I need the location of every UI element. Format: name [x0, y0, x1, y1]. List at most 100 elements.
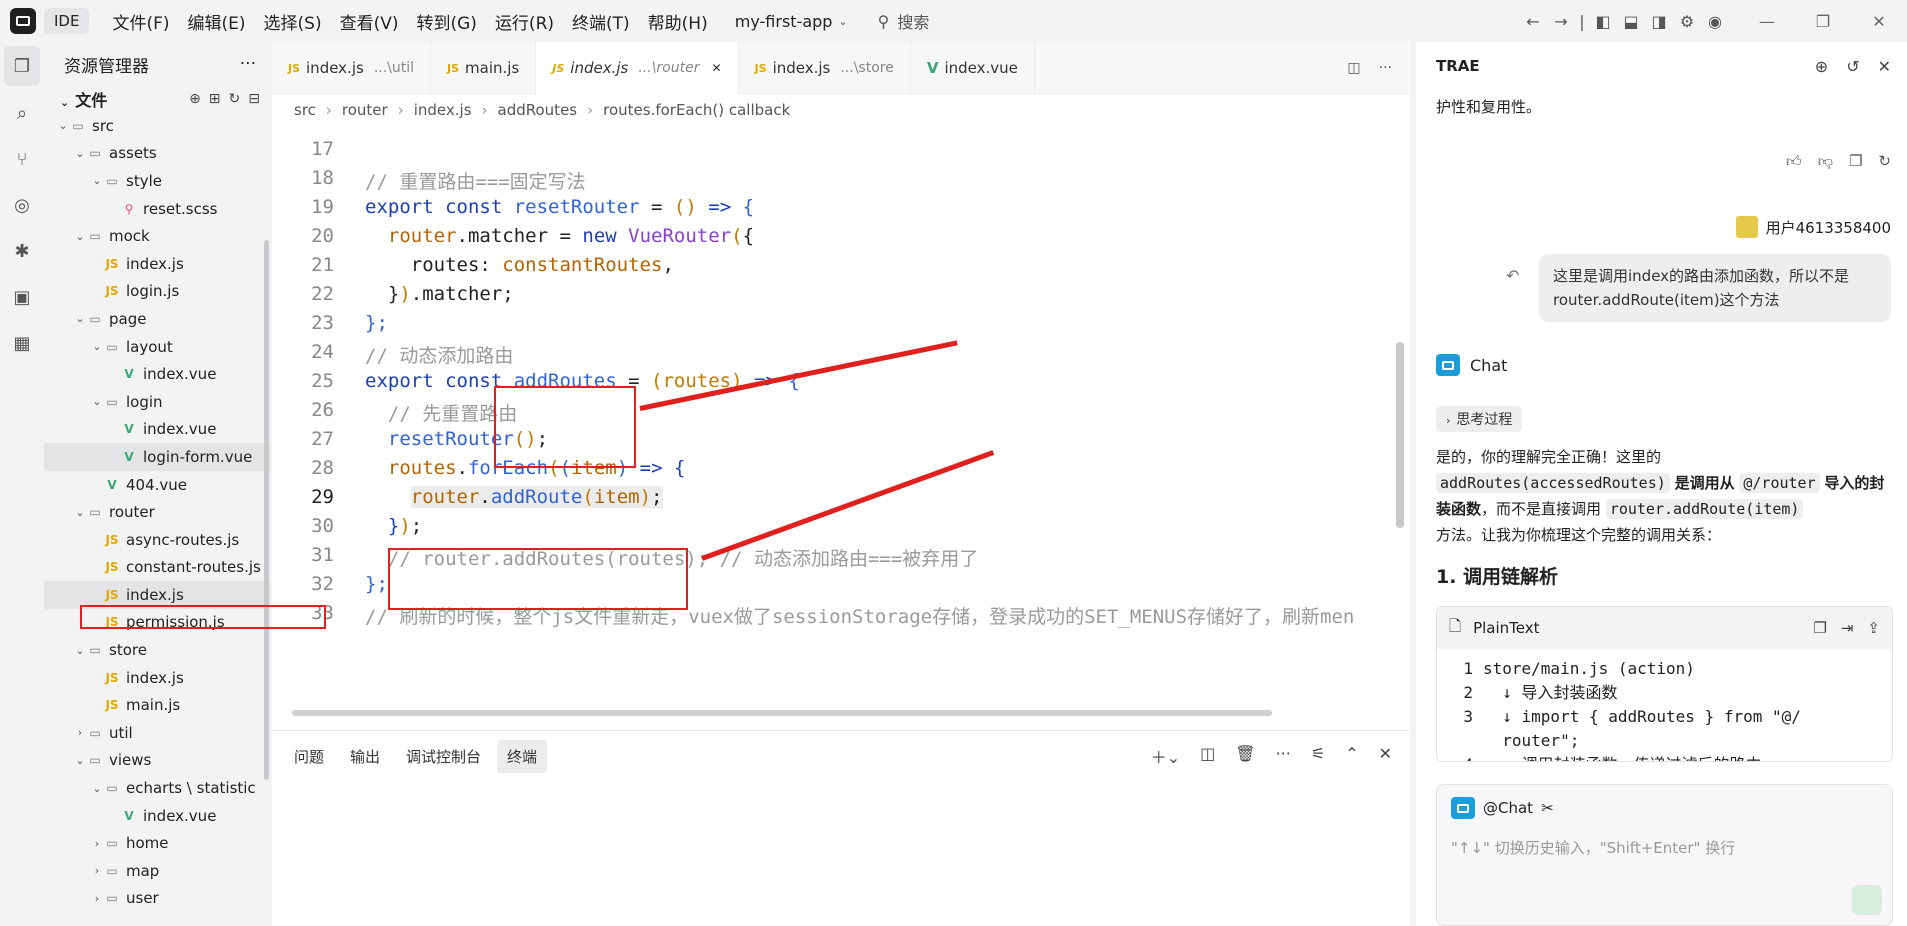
- settings-gear-icon[interactable]: ⚙: [1673, 12, 1701, 31]
- send-button[interactable]: [1852, 885, 1882, 915]
- tree-item[interactable]: Vlogin-form.vue: [44, 443, 270, 471]
- tree-item[interactable]: JS index.js: [44, 664, 270, 692]
- source-control-icon[interactable]: ⑂: [0, 136, 44, 182]
- tree-item[interactable]: ⌄ ▭ router: [44, 498, 270, 526]
- toggle-sidebar-icon[interactable]: ◧: [1589, 12, 1617, 31]
- tree-item[interactable]: ⌄ ▭ views: [44, 747, 270, 775]
- breadcrumb-item[interactable]: router: [342, 101, 388, 119]
- panel-settings-icon[interactable]: ⚟: [1311, 744, 1325, 768]
- more-actions-icon[interactable]: ···: [1379, 60, 1392, 76]
- tree-item[interactable]: JS main.js: [44, 691, 270, 719]
- tree-item[interactable]: ⌄ ▭ login: [44, 388, 270, 416]
- new-chat-icon[interactable]: ⊕: [1815, 57, 1828, 76]
- new-file-icon[interactable]: ⊕: [189, 91, 201, 107]
- tree-item[interactable]: V 404.vue: [44, 471, 270, 499]
- breadcrumb-item[interactable]: src: [294, 101, 316, 119]
- trash-icon[interactable]: 🗑: [1235, 744, 1255, 768]
- tree-item[interactable]: ⌄ ▭ style: [44, 167, 270, 195]
- more-actions-icon[interactable]: ···: [1276, 744, 1291, 768]
- undo-icon[interactable]: ↶: [1506, 266, 1519, 285]
- split-terminal-icon[interactable]: ◫: [1200, 744, 1215, 768]
- tree-item[interactable]: JS index.js: [44, 250, 270, 278]
- extensions-grid-icon[interactable]: ▦: [0, 320, 44, 366]
- tree-item[interactable]: › ▭ map: [44, 857, 270, 885]
- search-view-icon[interactable]: ⌕: [0, 90, 44, 136]
- tree-item[interactable]: ⌄ ▭ page: [44, 305, 270, 333]
- history-icon[interactable]: ↺: [1846, 57, 1859, 76]
- tree-item[interactable]: › ▭ home: [44, 829, 270, 857]
- tree-item[interactable]: ⌄ ▭ src: [44, 112, 270, 140]
- close-panel-icon[interactable]: ✕: [1379, 744, 1392, 768]
- tree-item[interactable]: Vindex.vue: [44, 802, 270, 830]
- editor-h-scrollbar[interactable]: [292, 710, 1272, 716]
- apply-icon[interactable]: ⇪: [1867, 619, 1880, 637]
- app-logo-icon[interactable]: [10, 8, 36, 34]
- forward-arrow-icon[interactable]: →: [1547, 12, 1575, 31]
- panel-tab[interactable]: 调试控制台: [396, 740, 491, 773]
- restore-icon[interactable]: ❐: [1795, 12, 1851, 31]
- insert-icon[interactable]: ⇥: [1841, 619, 1854, 637]
- breadcrumb-item[interactable]: addRoutes: [498, 101, 578, 119]
- breadcrumb-item[interactable]: routes.forEach() callback: [603, 101, 790, 119]
- code-view[interactable]: 17 18 19 20 21 22 23 24 25 26 27 28 29 30 31 32 33 // 重置…: [272, 130, 1402, 730]
- close-chat-icon[interactable]: ✕: [1878, 57, 1891, 76]
- tree-item[interactable]: › ▭ util: [44, 719, 270, 747]
- menu-terminal[interactable]: 终端(T): [563, 9, 639, 34]
- split-editor-icon[interactable]: ◫: [1347, 60, 1360, 76]
- tree-item[interactable]: JS login.js: [44, 278, 270, 306]
- copy-icon[interactable]: ❐: [1849, 152, 1862, 171]
- tree-item[interactable]: ⚲ reset.scss: [44, 195, 270, 223]
- more-actions-icon[interactable]: ···: [240, 54, 256, 74]
- thinking-toggle[interactable]: › 思考过程: [1436, 406, 1523, 432]
- menu-selection[interactable]: 选择(S): [255, 9, 331, 34]
- maximize-panel-icon[interactable]: ⌃: [1345, 744, 1358, 768]
- editor-scrollbar[interactable]: [1396, 342, 1404, 528]
- close-tab-icon[interactable]: ✕: [711, 61, 721, 75]
- tools-icon[interactable]: ✂: [1541, 799, 1554, 817]
- regenerate-icon[interactable]: ↻: [1878, 152, 1891, 171]
- sidebar-scrollbar[interactable]: [264, 240, 269, 780]
- tree-item[interactable]: ⌄ ▭ layout: [44, 333, 270, 361]
- editor-tab[interactable]: JS index.js ...\store: [739, 42, 911, 94]
- panel-tab[interactable]: 问题: [284, 740, 334, 773]
- new-folder-icon[interactable]: ⊞: [209, 91, 221, 107]
- thumbs-up-icon[interactable]: 👍︎: [1786, 152, 1802, 171]
- new-terminal-icon[interactable]: ＋⌄: [1151, 744, 1180, 768]
- command-search[interactable]: ⚲ 搜索: [878, 9, 930, 33]
- tree-item[interactable]: JS constant-routes.js: [44, 554, 270, 582]
- menu-go[interactable]: 转到(G): [407, 9, 485, 34]
- editor-tab[interactable]: Vindex.vue: [911, 42, 1035, 94]
- tree-item[interactable]: ⌄ ▭ store: [44, 636, 270, 664]
- files-section-header[interactable]: ⌄ 文件 ⊕ ⊞ ↻ ⊟: [44, 86, 270, 112]
- back-arrow-icon[interactable]: ←: [1519, 12, 1547, 31]
- chat-input[interactable]: @Chat ✂ "↑↓" 切换历史输入，"Shift+Enter" 换行: [1436, 784, 1893, 926]
- menu-view[interactable]: 查看(V): [331, 9, 408, 34]
- menu-run[interactable]: 运行(R): [486, 9, 563, 34]
- remote-monitor-icon[interactable]: ▣: [0, 274, 44, 320]
- project-switcher[interactable]: my-first-app ⌄: [735, 12, 848, 31]
- editor-tab[interactable]: JS index.js ...\util: [272, 42, 432, 94]
- toggle-aux-sidebar-icon[interactable]: ◨: [1645, 12, 1673, 31]
- tree-item[interactable]: ⌄ ▭ assets: [44, 140, 270, 168]
- menu-help[interactable]: 帮助(H): [639, 9, 717, 34]
- panel-tab[interactable]: 输出: [340, 740, 390, 773]
- tree-item[interactable]: ⌄ ▭ echarts \ statistic: [44, 774, 270, 802]
- tree-item[interactable]: › ▭ user: [44, 885, 270, 913]
- tree-item[interactable]: JS async-routes.js: [44, 526, 270, 554]
- ide-badge[interactable]: IDE: [44, 8, 90, 34]
- collapse-all-icon[interactable]: ⊟: [248, 91, 260, 107]
- menu-file[interactable]: 文件(F): [103, 9, 178, 34]
- thumbs-down-icon[interactable]: 👎︎: [1818, 152, 1833, 171]
- menu-edit[interactable]: 编辑(E): [179, 9, 255, 34]
- explorer-icon[interactable]: ❐: [4, 46, 40, 86]
- editor-tab[interactable]: JS main.js: [431, 42, 537, 94]
- tree-item[interactable]: Vindex.vue: [44, 416, 270, 444]
- copy-icon[interactable]: ❐: [1813, 619, 1826, 637]
- tree-item[interactable]: ⌄ ▭ mock: [44, 222, 270, 250]
- editor-tab[interactable]: JS index.js ...\router ✕: [536, 42, 739, 94]
- breadcrumb-item[interactable]: index.js: [414, 101, 472, 119]
- toggle-panel-icon[interactable]: ⬓: [1617, 12, 1645, 31]
- close-window-icon[interactable]: ✕: [1851, 12, 1907, 31]
- account-icon[interactable]: ◉: [1701, 12, 1729, 31]
- tree-item[interactable]: Vindex.vue: [44, 360, 270, 388]
